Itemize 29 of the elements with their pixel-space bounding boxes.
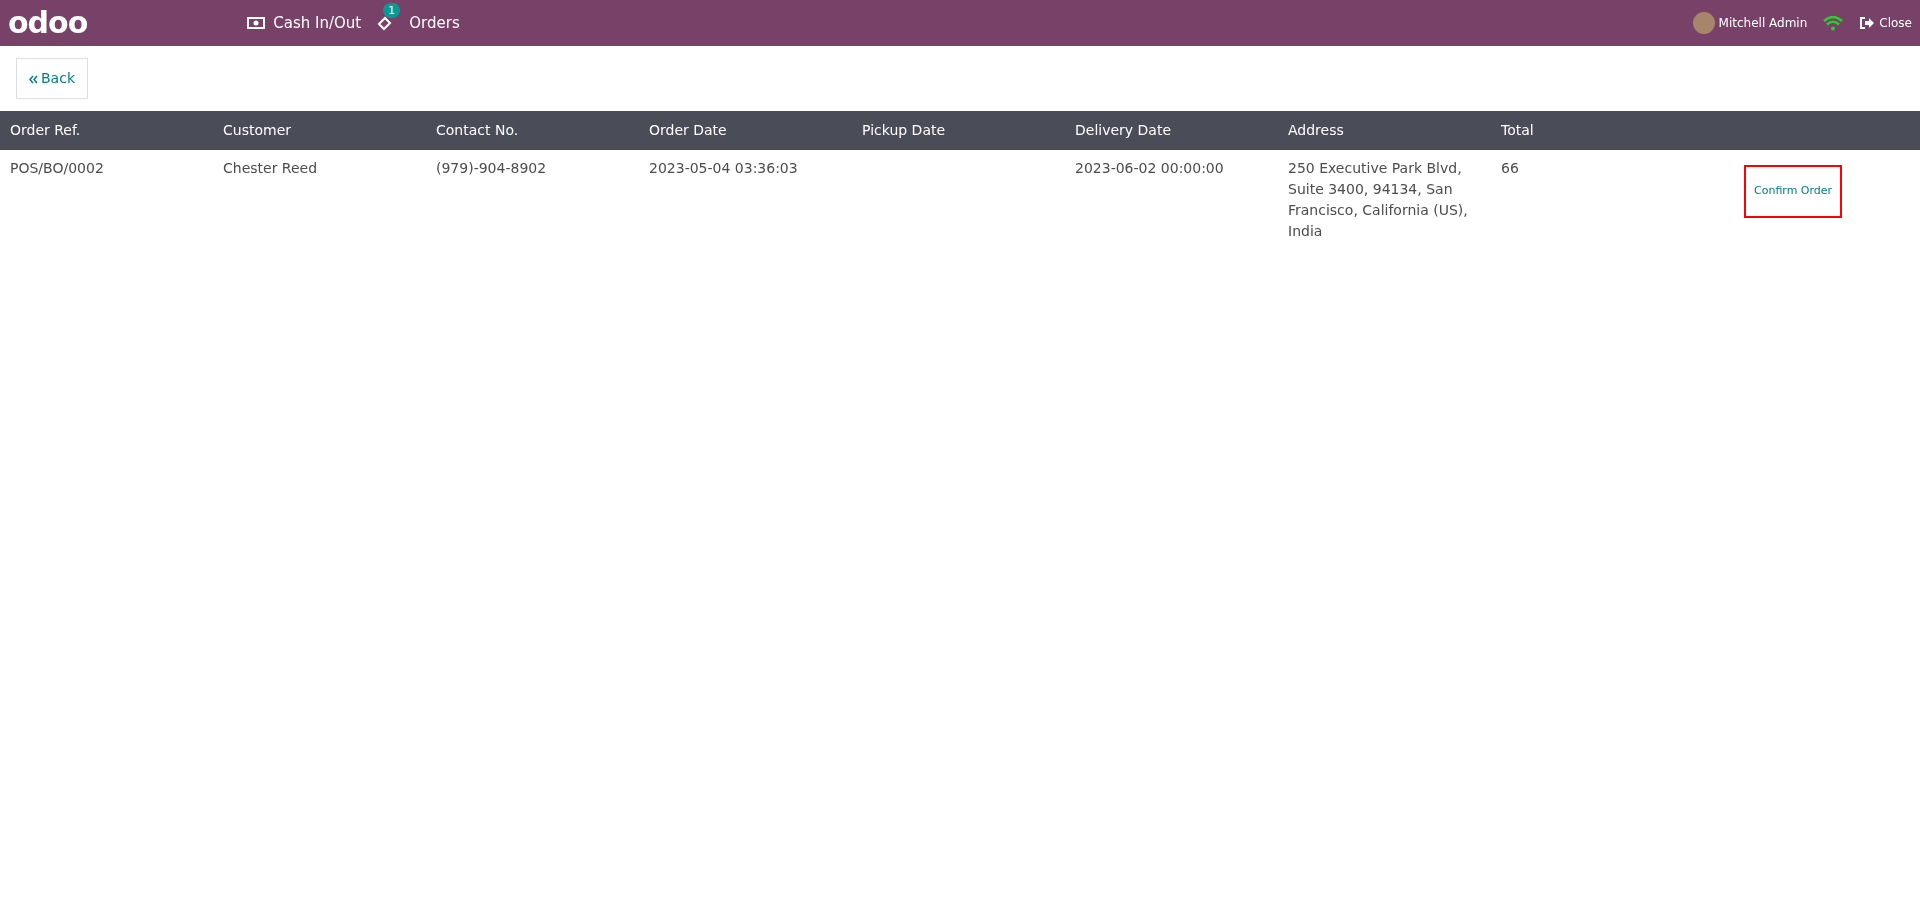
table-cell: Chester Reed [213, 150, 426, 250]
column-header: Total [1491, 111, 1704, 150]
double-chevron-icon [29, 74, 38, 84]
exit-icon [1859, 16, 1876, 30]
table-cell: 250 Executive Park Blvd, Suite 3400, 94134, San Francisco, California (US), India [1278, 150, 1491, 250]
table-cell: 2023-05-04 03:36:03 [639, 150, 852, 250]
back-button[interactable]: Back [16, 58, 88, 99]
confirm-order-button[interactable]: Confirm Order [1744, 165, 1843, 218]
nav-tab[interactable]: Orders [409, 11, 460, 35]
table-cell: 66 [1491, 150, 1704, 250]
avatar-icon [1692, 12, 1715, 34]
wifi-icon [1823, 15, 1844, 31]
table-cell: 2023-06-02 00:00:00 [1065, 150, 1278, 250]
user-name[interactable]: Mitchell Admin [1718, 14, 1808, 32]
table-cell: POS/BO/0002 [0, 150, 213, 250]
column-header: Order Ref. [0, 111, 213, 150]
ticket-icon [377, 15, 394, 31]
close-button[interactable]: Close [1879, 14, 1912, 32]
column-header: Customer [213, 111, 426, 150]
nav-tab[interactable]: Cash In/Out [273, 11, 362, 35]
column-header: Pickup Date [852, 111, 1065, 150]
banknote-icon [247, 17, 266, 29]
table-cell: (979)-904-8902 [426, 150, 639, 250]
count-badge: 1 [383, 2, 401, 18]
column-header: Order Date [639, 111, 852, 150]
column-header: Address [1278, 111, 1491, 150]
column-header: Contact No. [426, 111, 639, 150]
logo: odoo [8, 8, 88, 38]
column-header: Delivery Date [1065, 111, 1278, 150]
